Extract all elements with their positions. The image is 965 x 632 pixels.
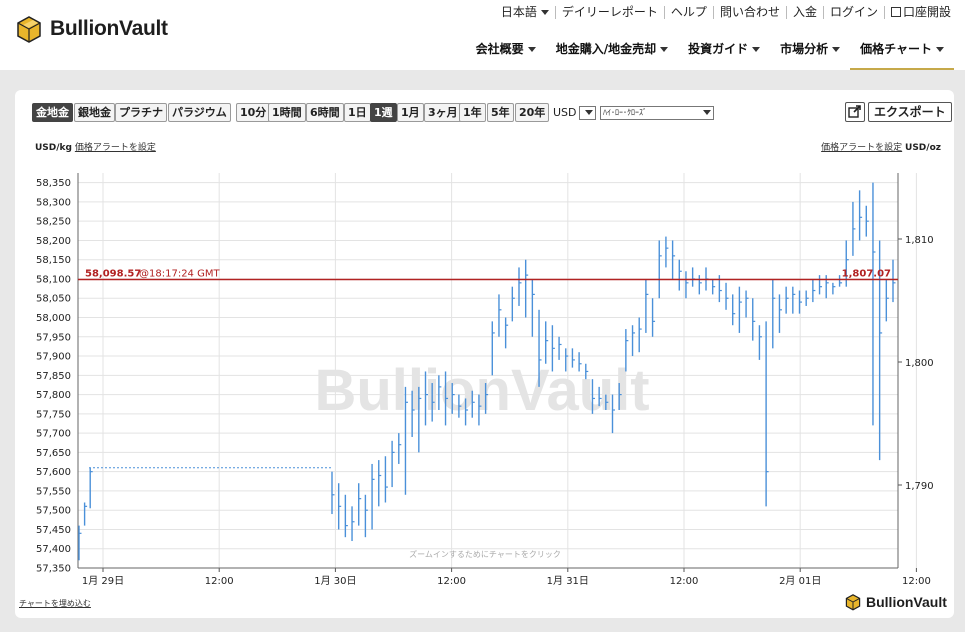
main-nav-item-4[interactable]: 価格チャート (850, 34, 954, 73)
utility-link-4[interactable]: 入金 (785, 5, 823, 19)
y-left-tick-label: 57,700 (36, 429, 71, 440)
y-left-tick-label: 58,050 (36, 294, 71, 305)
utility-link-label: 問い合わせ (719, 5, 780, 19)
x-tick-label: 12:00 (437, 576, 466, 587)
utility-link-0[interactable]: 日本語 (495, 6, 555, 19)
bullionvault-logo-icon (17, 16, 41, 43)
y-left-tick-label: 57,900 (36, 352, 71, 363)
main-nav-label: 価格チャート (860, 42, 932, 56)
chevron-down-icon (832, 47, 841, 52)
utility-link-5[interactable]: ログイン (822, 5, 884, 19)
brand-logo[interactable]: BullionVault (14, 14, 168, 44)
chevron-down-icon (527, 47, 536, 52)
x-tick-label: 2月 01日 (779, 575, 821, 587)
checkbox-icon (890, 7, 901, 17)
x-tick-label: 1月 30日 (314, 575, 356, 587)
y-left-tick-label: 57,400 (36, 544, 71, 555)
y-left-tick-label: 58,100 (36, 274, 71, 285)
y-left-tick-label: 58,250 (36, 217, 71, 228)
utility-link-label: ヘルプ (670, 5, 707, 19)
footer-brand-name: BullionVault (866, 594, 947, 610)
utility-link-1[interactable]: デイリーレポート (554, 5, 664, 19)
y-right-tick-label: 1,790 (905, 481, 934, 492)
y-left-tick-label: 57,950 (36, 332, 71, 343)
chevron-down-icon (936, 47, 944, 52)
y-left-tick-label: 57,500 (36, 506, 71, 517)
utility-link-label: 入金 (792, 5, 817, 19)
current-price-left-value: 58,098.57 (85, 269, 141, 280)
main-nav: 会社概要 地金購入/地金売却 投資ガイド 市場分析 価格チャート (466, 34, 954, 73)
top-header: BullionVault 日本語 デイリーレポート ヘルプ 問い合わせ 入金 ログイン 口座… (0, 0, 965, 73)
utility-link-3[interactable]: 問い合わせ (712, 5, 786, 19)
x-tick-label: 12:00 (205, 576, 234, 587)
y-left-tick-label: 57,750 (36, 409, 71, 420)
main-nav-label: 投資ガイド (688, 42, 749, 56)
y-left-tick-label: 57,450 (36, 525, 71, 536)
y-left-tick-label: 58,300 (36, 197, 71, 208)
main-nav-label: 地金購入/地金売却 (555, 42, 657, 56)
y-left-tick-label: 57,550 (36, 486, 71, 497)
y-left-tick-label: 58,200 (36, 236, 71, 247)
y-right-tick-label: 1,800 (905, 358, 934, 369)
utility-nav: 日本語 デイリーレポート ヘルプ 問い合わせ 入金 ログイン 口座開設 (495, 6, 957, 19)
y-left-tick-label: 57,850 (36, 371, 71, 382)
utility-link-label: 口座開設 (902, 5, 951, 19)
main-nav-item-3[interactable]: 市場分析 (770, 34, 850, 73)
utility-link-label: ログイン (829, 5, 878, 19)
x-tick-label: 1月 31日 (547, 575, 589, 587)
main-nav-label: 市場分析 (780, 42, 829, 56)
y-left-tick-label: 58,350 (36, 178, 71, 189)
utility-link-2[interactable]: ヘルプ (663, 5, 713, 19)
y-left-tick-label: 57,650 (36, 448, 71, 459)
zoom-hint: ズームインするためにチャートをクリック (409, 549, 561, 559)
chevron-down-icon (752, 47, 761, 52)
y-left-tick-label: 57,350 (36, 564, 71, 575)
utility-link-6[interactable]: 口座開設 (883, 5, 957, 19)
main-nav-item-1[interactable]: 地金購入/地金売却 (546, 34, 678, 73)
chevron-down-icon (660, 47, 669, 52)
utility-link-label: デイリーレポート (561, 5, 658, 19)
current-price-time: @18:17:24 GMT (139, 269, 220, 280)
main-nav-item-2[interactable]: 投資ガイド (678, 34, 770, 73)
y-left-tick-label: 58,150 (36, 255, 71, 266)
embed-chart-link[interactable]: チャートを埋め込む (19, 598, 91, 609)
y-right-tick-label: 1,810 (905, 235, 934, 246)
main-nav-item-0[interactable]: 会社概要 (466, 34, 546, 73)
chart-panel: 金地金 銀地金 プラチナ パラジウム 10分 1時間 6時間 1日 1週 1月 3ヶ月 1年 5年 20年… (15, 90, 954, 618)
y-left-tick-label: 58,000 (36, 313, 71, 324)
chevron-down-icon (540, 10, 549, 15)
x-tick-label: 1月 29日 (82, 575, 124, 587)
y-left-tick-label: 57,800 (36, 390, 71, 401)
footer-logo: BullionVault (844, 593, 947, 611)
bullionvault-logo-icon (845, 594, 861, 611)
price-chart[interactable]: 58,350 58,300 58,250 58,200 58,150 58,100 58,0… (15, 90, 954, 618)
x-tick-label: 12:00 (670, 576, 699, 587)
brand-name: BullionVault (50, 17, 168, 40)
utility-link-label: 日本語 (500, 5, 537, 19)
x-tick-label: 12:00 (902, 576, 931, 587)
current-price-right-value: 1,807.07 (842, 269, 891, 280)
main-nav-label: 会社概要 (475, 42, 524, 56)
y-left-tick-label: 57,600 (36, 467, 71, 478)
